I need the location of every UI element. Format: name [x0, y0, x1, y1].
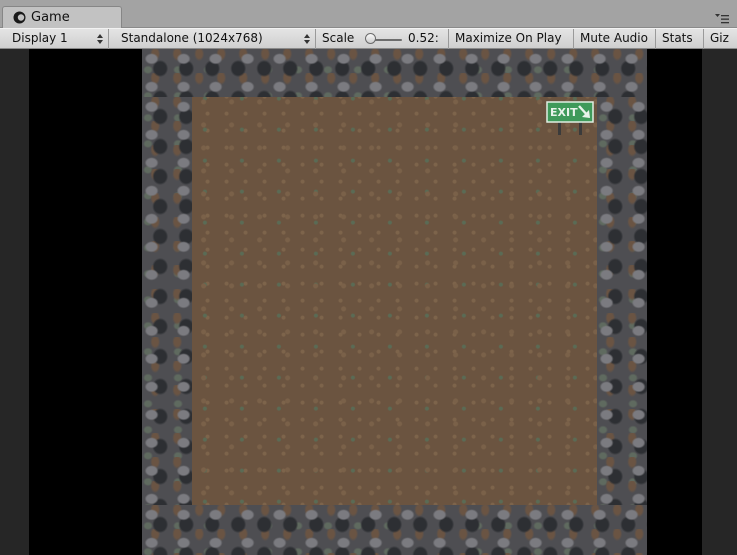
game-view[interactable]: EXIT: [0, 49, 737, 555]
game-toolbar: Display 1 Standalone (1024x768) Scale 0.…: [0, 28, 737, 49]
rock-border-right: [597, 97, 647, 505]
letterbox: EXIT: [29, 49, 702, 555]
rock-border-bottom: [142, 505, 647, 555]
updown-arrows-icon: [97, 34, 103, 44]
maximize-on-play-toggle[interactable]: Maximize On Play: [449, 29, 574, 49]
gizmos-dropdown[interactable]: Giz: [704, 29, 737, 49]
tab-title: Game: [31, 10, 70, 25]
stats-label: Stats: [662, 31, 693, 45]
resolution-dropdown[interactable]: Standalone (1024x768): [115, 29, 316, 49]
exit-sign: EXIT: [546, 101, 594, 135]
display-dropdown[interactable]: Display 1: [6, 29, 109, 49]
scale-slider-thumb[interactable]: [364, 33, 376, 44]
scale-label: Scale: [322, 31, 355, 45]
game-view-icon: [13, 11, 26, 24]
display-dropdown-label: Display 1: [12, 31, 68, 45]
scale-value: 0.52:: [408, 31, 439, 45]
exit-sign-text: EXIT: [550, 106, 578, 119]
resolution-dropdown-label: Standalone (1024x768): [121, 31, 263, 45]
updown-arrows-icon: [304, 34, 310, 44]
mute-audio-label: Mute Audio: [580, 31, 648, 45]
tab-game[interactable]: Game: [2, 6, 122, 29]
mute-audio-toggle[interactable]: Mute Audio: [574, 29, 656, 49]
tab-menu-icon[interactable]: [715, 14, 729, 24]
gizmos-label: Giz: [710, 31, 729, 45]
rock-border-left: [142, 97, 192, 505]
rock-border-top: [142, 49, 647, 97]
stats-toggle[interactable]: Stats: [656, 29, 704, 49]
tab-strip: Game: [0, 0, 737, 29]
game-canvas[interactable]: EXIT: [142, 49, 647, 555]
maximize-on-play-label: Maximize On Play: [455, 31, 562, 45]
